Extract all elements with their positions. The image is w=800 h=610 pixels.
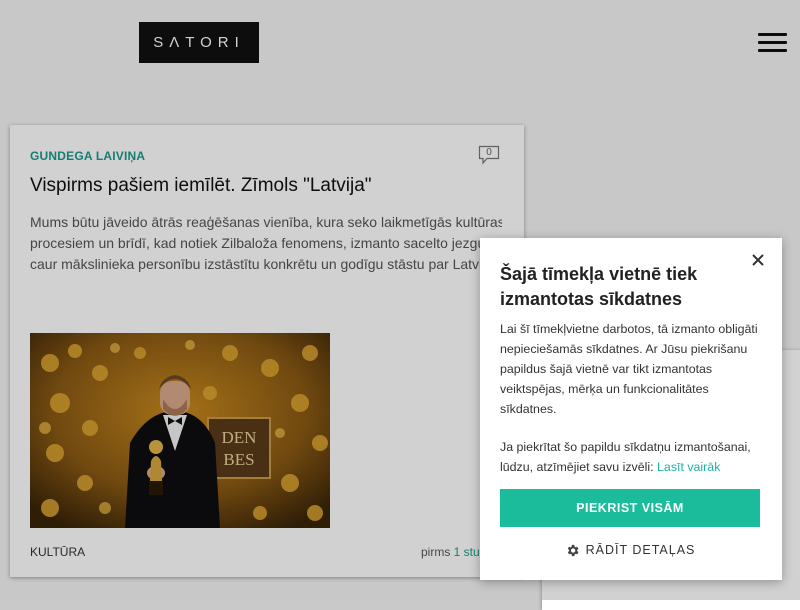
page: SΛTORI GUNDEGA LAIVIŅA 0 Vispirms pašiem… [0,0,800,610]
show-details-button[interactable]: RĀDĪT DETAĻAS [500,538,760,562]
cookie-title: Šajā tīmekļa vietnē tiek izmantotas sīkd… [500,264,698,309]
show-details-label: RĀDĪT DETAĻAS [585,543,696,557]
read-more-link[interactable]: Lasīt vairāk [657,460,720,474]
accept-all-button[interactable]: PIEKRIST VISĀM [500,489,760,527]
close-icon[interactable] [750,252,766,268]
cookie-description: Lai šī tīmekļvietne darbotos, tā izmanto… [500,322,758,416]
cookie-consent-prompt: Ja piekrītat šo papildu sīkdatņu izmanto… [500,437,765,477]
gear-icon [567,544,579,556]
cookie-consent-dialog: Šajā tīmekļa vietnē tiek izmantotas sīkd… [480,238,782,580]
